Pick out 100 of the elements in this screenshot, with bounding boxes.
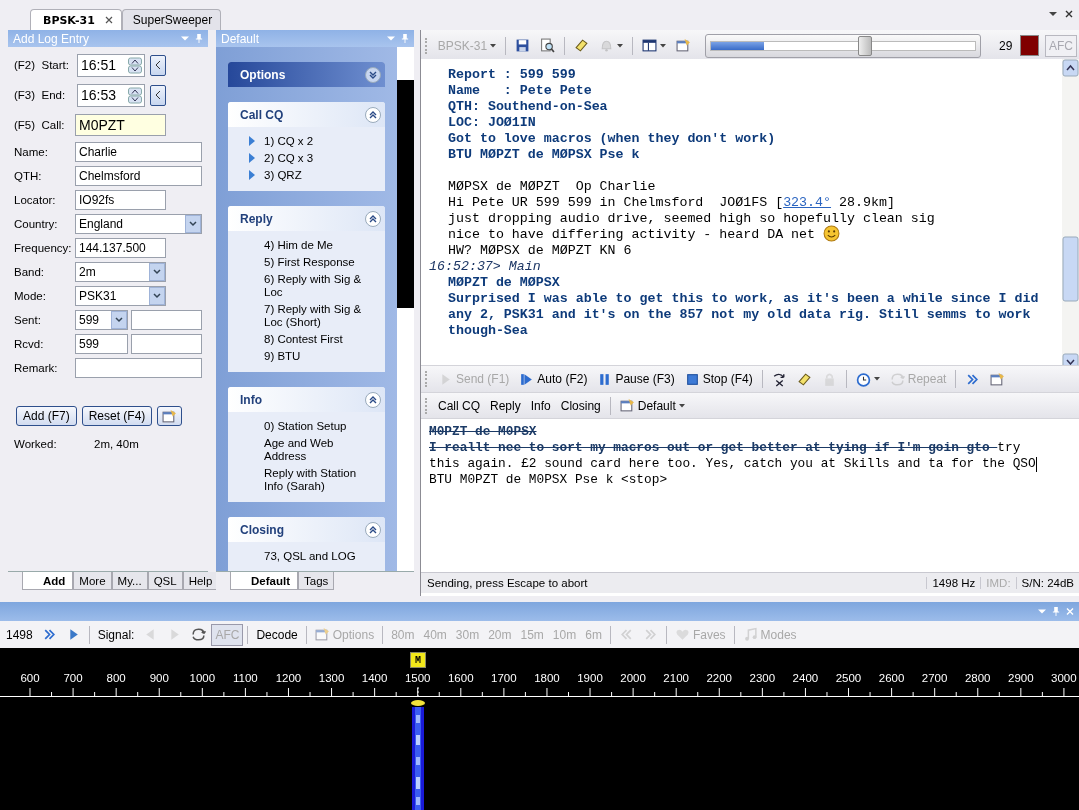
worked-label: Worked:	[14, 438, 58, 450]
panel-tab[interactable]: My...	[111, 572, 148, 590]
macro-item[interactable]: 1) CQ x 2	[264, 133, 314, 150]
toolbar-label: Signal:	[96, 627, 136, 642]
field-label: Band:	[14, 266, 46, 278]
text-field[interactable]	[131, 310, 202, 330]
toolbar-button[interactable]: Closing	[556, 394, 605, 417]
properties-button[interactable]	[157, 406, 183, 426]
sent-text-line: QTH: Southend-on-Sea	[448, 99, 608, 116]
dropdown-field[interactable]: PSK31	[75, 286, 166, 306]
toolbar-button[interactable]: Default	[615, 394, 689, 417]
sent-text-line: though-Sea	[448, 323, 528, 340]
group-header[interactable]: Options	[228, 62, 385, 87]
slider-thumb[interactable]	[857, 35, 872, 56]
field-label: QTH:	[14, 170, 43, 182]
toolbar-button[interactable]: Stop (F4)	[680, 368, 757, 391]
document-tab[interactable]: SuperSweeper	[121, 9, 222, 30]
form-button[interactable]: Add (F7)	[16, 406, 77, 426]
time-field[interactable]: 16:51	[77, 53, 145, 77]
text-field[interactable]: Charlie	[75, 142, 202, 162]
group-header[interactable]: Info	[228, 387, 385, 412]
dropdown-field[interactable]: 599	[75, 310, 128, 330]
text-field[interactable]: 599	[75, 334, 128, 354]
scale-label: 2400	[791, 672, 820, 684]
group-header[interactable]: Closing	[228, 517, 385, 542]
field-label: (F5) Call:	[14, 119, 66, 131]
macro-item[interactable]: 9) BTU	[248, 348, 301, 365]
set-time-button[interactable]	[150, 54, 166, 76]
toolbar-label: 1498	[5, 627, 34, 642]
text-field[interactable]	[75, 358, 202, 378]
text-field[interactable]	[131, 334, 202, 354]
bearing-link[interactable]: 323.4°	[783, 195, 832, 211]
tab-label: BPSK-31	[43, 13, 95, 27]
properties-icon	[314, 627, 330, 642]
document-tab[interactable]: BPSK-31	[30, 9, 122, 30]
toolbar-button[interactable]: Call CQ	[434, 394, 484, 417]
group-header[interactable]: Call CQ	[228, 102, 385, 127]
macro-item[interactable]: Reply with Station Info (Sarah)	[248, 465, 377, 495]
toolbar-button[interactable]: Pause (F3)	[593, 368, 679, 391]
time-field[interactable]: 16:53	[77, 83, 145, 107]
sent-text-line: MØPZT de MØPSX	[448, 275, 560, 292]
panel-tab[interactable]: QSL	[147, 572, 183, 590]
text-field[interactable]: 144.137.500	[75, 238, 166, 258]
caret-icon	[490, 43, 497, 48]
toolbar-button[interactable]: Decode	[252, 623, 302, 646]
form-button[interactable]: Reset (F4)	[81, 406, 153, 426]
toolbar-button[interactable]: Reply	[486, 394, 525, 417]
dropdown-field[interactable]: 2m	[75, 262, 166, 282]
spinner-icon[interactable]	[128, 56, 142, 74]
field-label: Mode:	[14, 290, 47, 302]
sent-text-line: Surprised I was able to get this to work, as it's been a while since I did	[448, 291, 1039, 308]
dropdown-field[interactable]: England	[75, 214, 202, 234]
slider-track[interactable]	[704, 33, 981, 58]
macro-item[interactable]: 4) Him de Me	[248, 237, 334, 254]
scale-label: 1100	[232, 672, 259, 684]
heart-icon	[674, 627, 690, 642]
panel-tab[interactable]: Default	[230, 572, 298, 590]
macro-item[interactable]: 6) Reply with Sig & Loc	[248, 271, 377, 301]
macro-item[interactable]: 5) First Response	[248, 254, 355, 271]
collapse-icon	[365, 210, 381, 227]
toolbar-button[interactable]: Auto (F2)	[515, 368, 592, 391]
panel-tab[interactable]: Add	[22, 572, 74, 590]
text-field[interactable]: IO92fs	[75, 190, 166, 210]
scrollbar[interactable]	[1062, 59, 1079, 366]
toolbar-button[interactable]: Info	[526, 394, 555, 417]
close-icon[interactable]	[104, 16, 113, 24]
scale-label: 2500	[834, 672, 863, 684]
macro-item[interactable]: 7) Reply with Sig & Loc (Short)	[248, 301, 377, 331]
macro-item[interactable]: 3) QRZ	[264, 167, 302, 184]
scale-label: 1400	[360, 672, 389, 684]
dropdown-icon[interactable]	[1049, 10, 1057, 18]
scale-label: 1700	[490, 672, 518, 684]
spinner-icon[interactable]	[128, 86, 142, 104]
panel-tab[interactable]: Tags	[298, 572, 335, 590]
music-note-icon	[742, 627, 758, 642]
macro-item[interactable]: Age and Web Address	[248, 435, 377, 465]
field-label: Locator:	[14, 194, 57, 206]
sent-text-line: Name : Pete Pete	[448, 83, 592, 100]
field-label: (F3) End:	[14, 89, 67, 101]
set-time-button[interactable]	[150, 84, 166, 106]
text-field[interactable]: Chelmsford	[75, 166, 202, 186]
scale-label: 2200	[705, 672, 734, 684]
transmit-line: M0PZT de M0PSX	[429, 424, 537, 441]
macro-item[interactable]: 8) Contest First	[248, 331, 343, 348]
scale-label: 1600	[446, 672, 475, 684]
scale-label: 2800	[963, 672, 992, 684]
field-label: Rcvd:	[14, 338, 45, 350]
text-field[interactable]: M0PZT	[75, 114, 166, 136]
transmit-line: I reallt nee to sort my macros out or get better at tying if I'm goin gto try	[429, 440, 1021, 457]
play-icon	[248, 152, 256, 164]
timestamp-line: 16:52:37> Main	[429, 259, 542, 276]
group-header[interactable]: Reply	[228, 206, 385, 231]
frequency-marker[interactable]: M	[410, 652, 426, 668]
close-icon[interactable]	[1065, 10, 1073, 18]
macro-item[interactable]: 73, QSL and LOG	[248, 548, 356, 565]
macro-item[interactable]: 0) Station Setup	[248, 418, 347, 435]
scale-label: 2300	[748, 672, 777, 684]
panel-tab[interactable]: More	[73, 572, 112, 590]
field-label: Name:	[14, 146, 49, 158]
macro-item[interactable]: 2) CQ x 3	[264, 150, 314, 167]
